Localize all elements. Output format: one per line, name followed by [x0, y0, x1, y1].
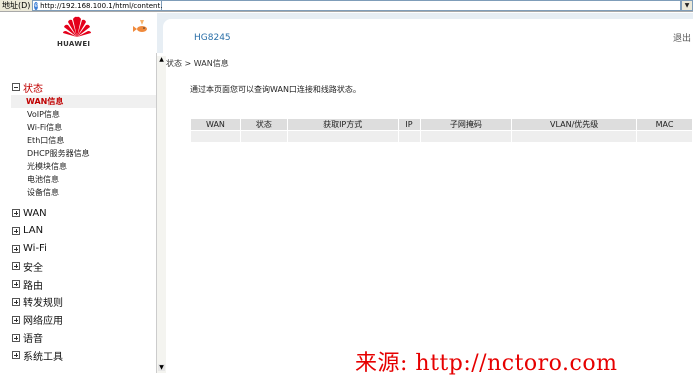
sidebar-item-wifi-info[interactable]: Wi-Fi信息 [12, 121, 156, 134]
ie-page-icon: e [34, 1, 39, 10]
page-description: 通过本页面您可以查询WAN口连接和线路状态。 [190, 85, 361, 94]
expand-icon[interactable] [12, 209, 20, 217]
sidebar: 状态 WAN信息 VoIP信息 Wi-Fi信息 Eth口信息 DHCP服务器信息… [0, 53, 157, 373]
expand-icon[interactable] [12, 315, 20, 324]
sidebar-menu: 状态 WAN信息 VoIP信息 Wi-Fi信息 Eth口信息 DHCP服务器信息… [11, 81, 156, 367]
collapse-icon[interactable] [12, 83, 20, 91]
expand-icon[interactable] [12, 244, 20, 253]
expand-icon[interactable] [12, 297, 20, 306]
device-model: HG8245 [194, 33, 231, 43]
address-dropdown-icon[interactable]: ▼ [681, 0, 693, 11]
table-header-row: WAN 状态 获取IP方式 IP 子网掩码 VLAN/优先级 MAC [190, 118, 693, 131]
menu-group-label: 语音 [23, 334, 43, 346]
column-header-status: 状态 [239, 118, 288, 131]
mascot-icon [133, 20, 147, 32]
menu-group-label: 路由 [23, 280, 43, 292]
header-panel [163, 19, 693, 53]
menu-group-label: 状态 [23, 83, 43, 95]
sidebar-scrollbar[interactable]: ▲ ▼ [157, 56, 166, 373]
expand-icon[interactable] [12, 262, 20, 271]
table-cell [419, 130, 513, 143]
wan-info-table: WAN 状态 获取IP方式 IP 子网掩码 VLAN/优先级 MAC [190, 118, 693, 143]
expand-icon[interactable] [12, 351, 20, 360]
address-label: 地址(D) [2, 1, 31, 10]
table-cell [636, 130, 693, 143]
logo-area: HUAWEI [0, 13, 157, 53]
table-cell [239, 130, 288, 143]
breadcrumb: 状态 > WAN信息 [166, 59, 229, 68]
sidebar-item-device-info[interactable]: 设备信息 [12, 186, 156, 199]
table-cell [286, 130, 399, 143]
menu-group-status[interactable]: 状态 [12, 81, 156, 95]
table-row [190, 130, 693, 143]
sidebar-item-voip-info[interactable]: VoIP信息 [12, 108, 156, 121]
menu-group-voice[interactable]: 语音 [12, 332, 156, 346]
table-cell [190, 130, 241, 143]
menu-group-network-apps[interactable]: 网络应用 [12, 314, 156, 328]
expand-icon[interactable] [12, 333, 20, 342]
scroll-down-icon[interactable]: ▼ [158, 364, 165, 371]
expand-icon[interactable] [12, 280, 20, 289]
menu-group-system-tools[interactable]: 系统工具 [12, 349, 156, 363]
main-content: 状态 > WAN信息 通过本页面您可以查询WAN口连接和线路状态。 WAN 状态… [166, 53, 693, 373]
menu-group-label: 网络应用 [23, 316, 63, 328]
column-header-ip-mode: 获取IP方式 [286, 118, 399, 131]
huawei-logo-icon [63, 16, 91, 37]
menu-group-label: 安全 [23, 262, 43, 274]
sidebar-item-dhcp-info[interactable]: DHCP服务器信息 [12, 147, 156, 160]
scroll-up-icon[interactable]: ▲ [158, 56, 165, 63]
menu-group-wan[interactable]: WAN [12, 207, 156, 219]
sidebar-item-wan-info[interactable]: WAN信息 [11, 95, 156, 108]
address-input[interactable]: e http://192.168.100.1/html/content.asp [32, 0, 175, 11]
column-header-vlan-priority: VLAN/优先级 [511, 118, 638, 131]
column-header-subnet-mask: 子网掩码 [419, 118, 513, 131]
menu-group-routing[interactable]: 路由 [12, 278, 156, 292]
menu-group-security[interactable]: 安全 [12, 260, 156, 274]
menu-group-label: Wi-Fi [23, 243, 47, 255]
address-url[interactable]: http://192.168.100.1/html/content.asp [40, 2, 175, 10]
logout-link[interactable]: 退出 [673, 31, 691, 44]
address-input-rest[interactable] [162, 0, 681, 11]
column-header-ip: IP [397, 118, 421, 131]
menu-group-lan[interactable]: LAN [12, 225, 156, 237]
menu-group-wifi[interactable]: Wi-Fi [12, 243, 156, 255]
menu-group-label: 转发规则 [23, 298, 63, 310]
expand-icon[interactable] [12, 226, 20, 235]
menu-group-label: WAN [23, 207, 47, 219]
column-header-wan: WAN [190, 118, 241, 131]
address-bar: 地址(D) e http://192.168.100.1/html/conten… [0, 0, 693, 12]
column-header-mac: MAC [636, 118, 693, 131]
sidebar-item-battery-info[interactable]: 电池信息 [12, 173, 156, 186]
table-cell [397, 130, 421, 143]
table-cell [511, 130, 638, 143]
menu-group-label: 系统工具 [23, 351, 63, 363]
status-submenu: WAN信息 VoIP信息 Wi-Fi信息 Eth口信息 DHCP服务器信息 光模… [11, 95, 156, 199]
logo-text: HUAWEI [57, 40, 91, 48]
header-band: HG8245 退出 [157, 13, 693, 53]
sidebar-item-optical-info[interactable]: 光模块信息 [12, 160, 156, 173]
sidebar-item-eth-info[interactable]: Eth口信息 [12, 134, 156, 147]
watermark: 来源: http://nctoro.com [355, 351, 618, 376]
menu-group-forwarding[interactable]: 转发规则 [12, 296, 156, 310]
menu-group-label: LAN [23, 225, 44, 237]
